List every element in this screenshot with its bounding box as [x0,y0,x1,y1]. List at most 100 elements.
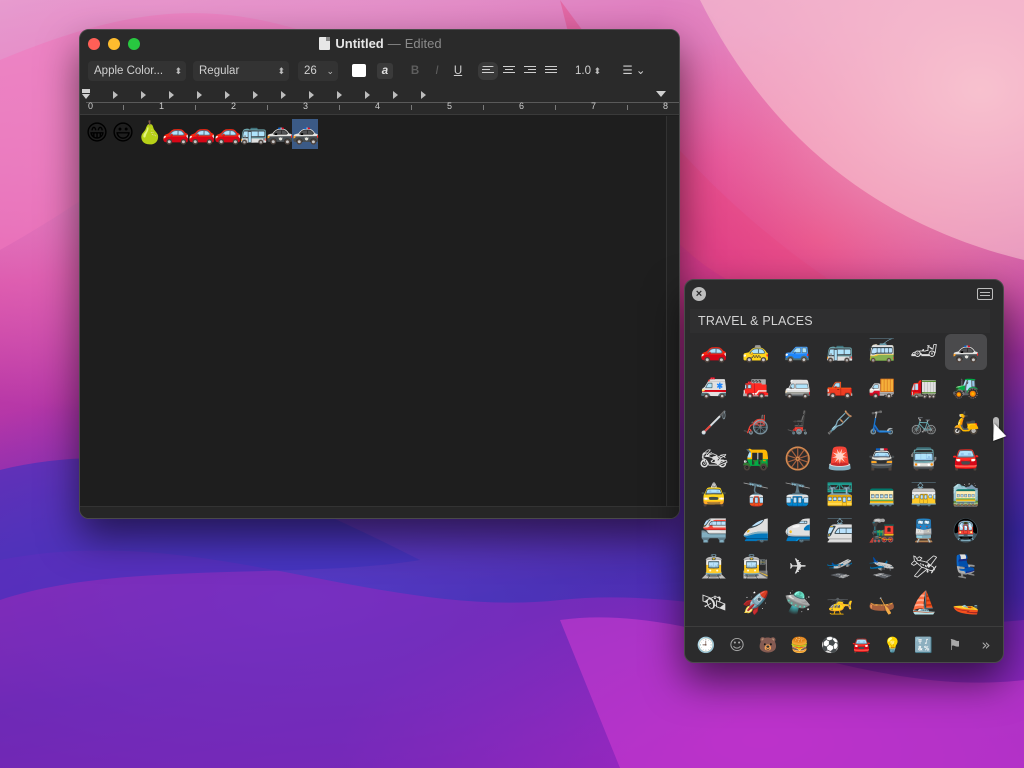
align-left-button[interactable] [478,62,498,80]
emoji-cell[interactable]: 🚜 [945,370,987,406]
emoji-cell[interactable]: 🚔 [861,442,903,478]
tab-stop[interactable] [281,91,286,99]
tab-stop[interactable] [141,91,146,99]
tab-stop[interactable] [393,91,398,99]
emoji-cell[interactable]: 🚟 [819,478,861,514]
emoji-cell[interactable]: 🚚 [861,370,903,406]
vertical-scrollbar[interactable] [666,116,679,506]
bold-button[interactable]: B [408,61,422,81]
category-animals-icon[interactable]: 🐻 [755,632,781,658]
tab-stop[interactable] [365,91,370,99]
category-flags-icon[interactable]: ⚑ [942,632,968,658]
emoji-cell[interactable]: 🚞 [945,478,987,514]
category-food-icon[interactable]: 🍔 [786,632,812,658]
emoji-cell[interactable]: 🚆 [903,514,945,550]
list-bullets-button[interactable]: ☰ ⌄ [620,61,648,81]
emoji-cell[interactable]: ✈ [777,550,819,586]
expand-to-character-viewer-icon[interactable] [977,288,993,300]
emoji-cell[interactable]: 🚛 [903,370,945,406]
underline-button[interactable]: U [451,61,465,81]
emoji-cell[interactable]: 🛻 [819,370,861,406]
emoji-cell[interactable]: 🛸 [777,586,819,620]
emoji-cell[interactable]: 🛬 [861,550,903,586]
category-objects-icon[interactable]: 💡 [880,632,906,658]
emoji-cell[interactable]: 🚎 [861,334,903,370]
emoji-cell[interactable]: 🚠 [777,478,819,514]
tab-stop[interactable] [197,91,202,99]
italic-button[interactable]: I [430,61,444,81]
emoji-cell[interactable]: 🚖 [693,478,735,514]
emoji-cell[interactable]: 🛫 [819,550,861,586]
document-content[interactable]: 😁 😃🍐🚗🚗🚗🚌🚓🚓 [84,119,319,149]
emoji-cell[interactable]: 🚋 [903,478,945,514]
emoji-cell[interactable]: 🚑 [693,370,735,406]
tab-stop[interactable] [253,91,258,99]
tab-stop[interactable] [113,91,118,99]
emoji-cell[interactable]: 🚙 [777,334,819,370]
emoji-cell[interactable]: 🚁 [819,586,861,620]
tab-stop[interactable] [225,91,230,99]
emoji-cell[interactable]: 🛰 [693,586,735,620]
emoji-cell[interactable]: 🛵 [945,406,987,442]
emoji-cell[interactable]: 🚃 [861,478,903,514]
emoji-cell[interactable]: 🛴 [861,406,903,442]
category-smileys-icon[interactable]: ☺ [724,632,750,658]
emoji-cell[interactable]: 🚡 [735,478,777,514]
emoji-cell[interactable]: 🚂 [861,514,903,550]
emoji-cell[interactable]: 🦯 [693,406,735,442]
font-style-popup[interactable]: Regular ⬍ [193,61,289,81]
category-symbols-icon[interactable]: 🔣 [911,632,937,658]
emoji-cell[interactable]: 🚀 [735,586,777,620]
document-text-area[interactable]: 😁 😃🍐🚗🚗🚗🚌🚓🚓 [80,116,666,506]
emoji-cell[interactable]: 🚤 [945,586,987,620]
emoji-cell[interactable]: 🛞 [777,442,819,478]
first-line-indent-marker[interactable] [82,89,90,93]
emoji-cell[interactable]: 🏎 [903,334,945,370]
emoji-cell[interactable]: 🛶 [861,586,903,620]
emoji-cell[interactable]: ⛵ [903,586,945,620]
emoji-cell[interactable]: 🚄 [735,514,777,550]
emoji-cell[interactable]: 🚍 [903,442,945,478]
font-size-combo[interactable]: 26 ⌄ [298,61,338,81]
emoji-cell[interactable]: 🦽 [735,406,777,442]
emoji-cell[interactable]: 🚲 [903,406,945,442]
tab-stop[interactable] [337,91,342,99]
emoji-cell[interactable]: 🚨 [819,442,861,478]
horizontal-scrollbar[interactable] [80,506,679,518]
emoji-cell[interactable]: 🛩 [903,550,945,586]
close-icon[interactable]: × [692,287,706,301]
background-color-button[interactable]: a [377,63,393,79]
tab-stop[interactable] [169,91,174,99]
category-recents-icon[interactable]: 🕘 [693,632,719,658]
emoji-cell[interactable]: 🩼 [819,406,861,442]
category-travel-icon[interactable]: 🚘 [849,632,875,658]
line-spacing-popup[interactable]: 1.0 ⬍ [569,61,605,81]
emoji-cell[interactable]: 🚘 [945,442,987,478]
text-color-swatch[interactable] [352,64,366,77]
emoji-cell[interactable]: 🚐 [777,370,819,406]
emoji-cell[interactable]: 🚒 [735,370,777,406]
emoji-cell[interactable]: 🚈 [819,514,861,550]
emoji-cell[interactable]: 🚅 [777,514,819,550]
emoji-cell[interactable]: 🚝 [693,514,735,550]
emoji-cell[interactable]: 💺 [945,550,987,586]
emoji-cell[interactable]: 🦼 [777,406,819,442]
emoji-cell[interactable]: 🚕 [735,334,777,370]
left-indent-marker[interactable] [82,94,90,99]
tab-stop[interactable] [309,91,314,99]
emoji-cell[interactable]: 🚗 [693,334,735,370]
tab-stop[interactable] [421,91,426,99]
emoji-cell[interactable]: 🚊 [693,550,735,586]
justify-button[interactable] [545,66,557,76]
align-right-button[interactable] [524,66,536,76]
emoji-cell[interactable]: 🚇 [945,514,987,550]
font-family-popup[interactable]: Apple Color... ⬍ [88,61,186,81]
emoji-cell[interactable]: 🛺 [735,442,777,478]
align-center-button[interactable] [503,66,515,76]
emoji-cell[interactable]: 🚌 [819,334,861,370]
emoji-cell[interactable]: 🚓 [945,334,987,370]
category-more-icon[interactable]: » [973,632,999,658]
right-indent-marker[interactable] [656,91,666,97]
emoji-cell[interactable]: 🏍 [693,442,735,478]
category-activity-icon[interactable]: ⚽ [817,632,843,658]
